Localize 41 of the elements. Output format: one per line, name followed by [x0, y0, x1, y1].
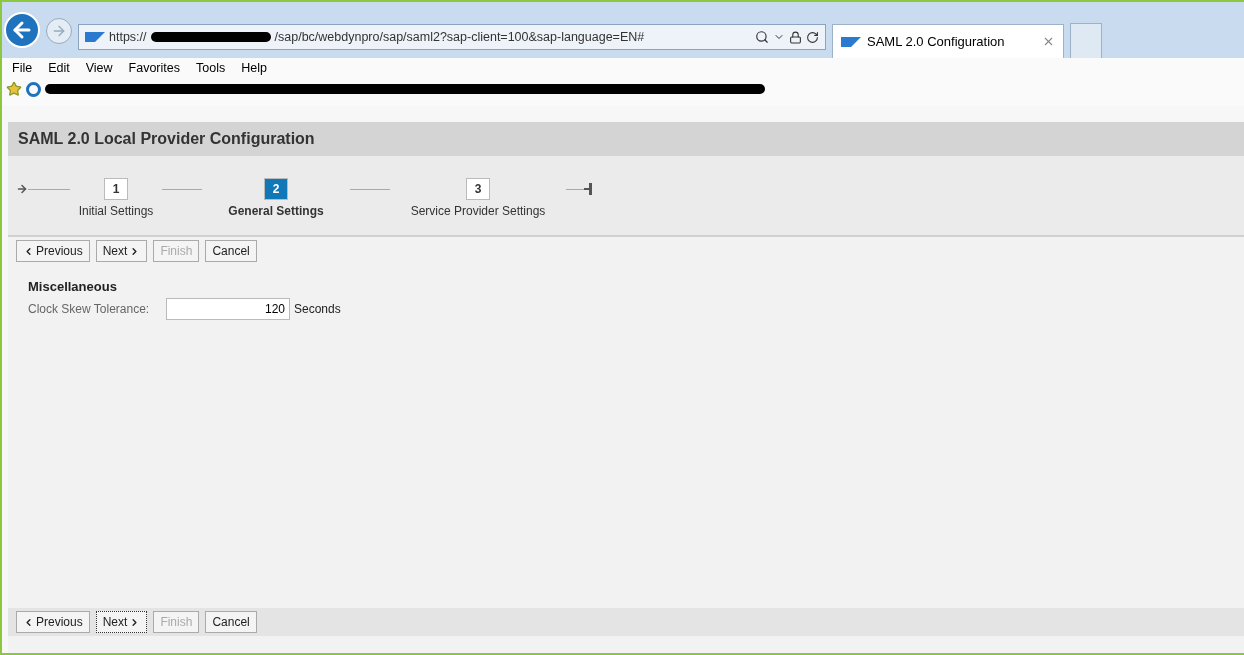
search-icon[interactable] [755, 30, 769, 44]
browser-tab[interactable]: SAML 2.0 Configuration [832, 24, 1064, 58]
step-number[interactable]: 1 [104, 178, 128, 200]
menu-item[interactable]: View [85, 61, 113, 75]
url-text: /sap/bc/webdynpro/sap/saml2?sap-client=100&sap-language=EN# [274, 30, 646, 44]
end-bar-icon [584, 183, 592, 195]
step-number[interactable]: 3 [466, 178, 490, 200]
refresh-icon[interactable] [806, 30, 819, 44]
wizard-button[interactable]: Cancel [205, 240, 257, 262]
step-number[interactable]: 2 [264, 178, 288, 200]
wizard-button[interactable]: Cancel [205, 611, 257, 633]
field-label: Clock Skew Tolerance: [28, 302, 151, 316]
menu-item[interactable]: Favorites [128, 61, 180, 75]
page-title: SAML 2.0 Local Provider Configuration [18, 130, 315, 148]
menu-item[interactable]: File [12, 61, 33, 75]
input-field[interactable]: 120 [166, 298, 290, 320]
lock-icon [789, 30, 802, 44]
new-tab-button[interactable] [1070, 23, 1102, 58]
address-bar[interactable]: https:// /sap/bc/webdynpro/sap/saml2?sap-client=100&sap-language=EN# [78, 24, 826, 50]
forward-button[interactable] [46, 18, 72, 44]
start-arrow-icon [16, 183, 28, 195]
wizard-button[interactable]: Previous [16, 611, 90, 633]
back-button[interactable] [4, 12, 40, 48]
step-label[interactable]: Service Provider Settings [410, 204, 546, 218]
wizard-button[interactable]: Next [95, 611, 148, 633]
menu-item[interactable]: Edit [48, 61, 70, 75]
ring-icon [26, 81, 41, 97]
url-text: https:// [109, 30, 147, 44]
forward-arrow-icon [51, 23, 67, 39]
menu-item[interactable]: Help [241, 61, 267, 75]
sap-logo-icon [841, 36, 861, 47]
wizard-button[interactable]: Previous [16, 240, 90, 262]
section-title: Miscellaneous [28, 279, 118, 294]
wizard-button[interactable]: Next [95, 240, 148, 262]
star-icon[interactable] [6, 81, 22, 97]
step-label[interactable]: General Settings [228, 204, 324, 218]
unit-label: Seconds [294, 302, 341, 316]
menu-item[interactable]: Tools [196, 61, 226, 75]
sap-logo-icon [85, 32, 105, 42]
step-label[interactable]: Initial Settings [78, 204, 154, 218]
close-icon[interactable] [1042, 35, 1055, 48]
